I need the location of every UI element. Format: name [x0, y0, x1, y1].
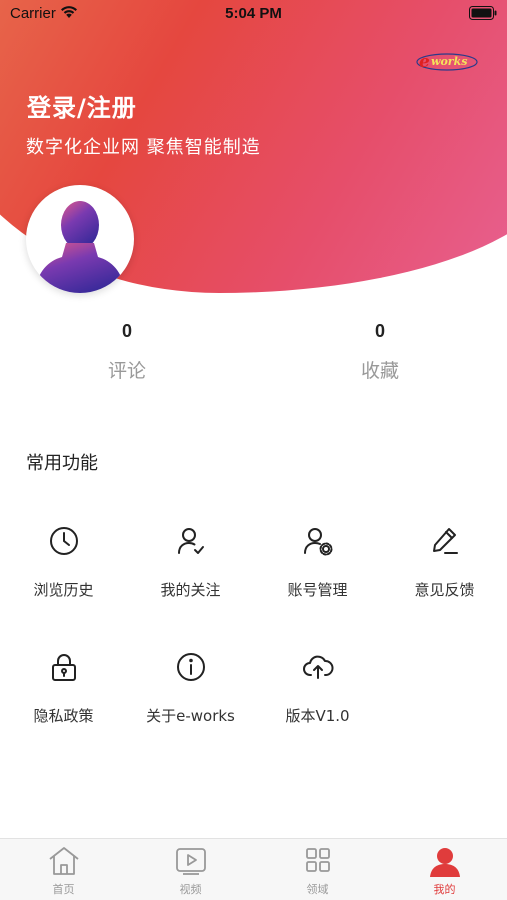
tab-mine[interactable]: 我的: [381, 845, 507, 897]
grid-icon: [305, 848, 330, 872]
feature-label: 账号管理: [287, 581, 348, 599]
battery-icon: [469, 6, 497, 20]
feature-about[interactable]: 关于e-works: [127, 651, 254, 761]
tab-domains[interactable]: 领域: [254, 845, 381, 897]
svg-text:works: works: [431, 55, 467, 68]
feature-label: 我的关注: [160, 581, 221, 599]
feature-account-management[interactable]: 账号管理: [254, 525, 381, 635]
pen-icon: [432, 528, 458, 554]
comments-count: 0: [121, 321, 132, 341]
feature-label: 隐私政策: [33, 707, 94, 725]
bottom-tab-bar: 首页 视频 领域 我的: [0, 838, 507, 900]
clock-icon: [49, 527, 78, 555]
stat-favorites[interactable]: 0 收藏: [320, 318, 440, 383]
tab-label: 视频: [179, 883, 202, 896]
user-settings-icon: [303, 528, 332, 556]
eworks-logo: e works: [416, 52, 478, 72]
favorites-label: 收藏: [360, 360, 399, 382]
slogan-text: 数字化企业网 聚焦智能制造: [26, 137, 261, 158]
status-bar: Carrier 5:04 PM: [0, 0, 507, 30]
profile-icon: [429, 848, 460, 877]
avatar-silhouette-icon: [34, 201, 126, 293]
feature-browse-history[interactable]: 浏览历史: [0, 525, 127, 635]
info-icon: [176, 653, 205, 681]
feature-version[interactable]: 版本V1.0: [254, 651, 381, 761]
tab-video[interactable]: 视频: [127, 845, 254, 897]
feature-privacy-policy[interactable]: 隐私政策: [0, 651, 127, 761]
feature-my-follows[interactable]: 我的关注: [127, 525, 254, 635]
tab-home[interactable]: 首页: [0, 845, 127, 897]
stat-comments[interactable]: 0 评论: [67, 318, 187, 383]
tab-label: 首页: [52, 883, 75, 896]
section-title-common-features: 常用功能: [26, 453, 98, 474]
user-avatar[interactable]: [26, 185, 134, 293]
user-check-icon: [177, 528, 204, 554]
comments-label: 评论: [107, 360, 146, 382]
feature-label: 浏览历史: [33, 581, 94, 599]
feature-label: 意见反馈: [414, 581, 475, 599]
home-icon: [48, 847, 79, 875]
tab-label: 领域: [306, 883, 329, 896]
feature-label: 关于e-works: [146, 707, 235, 725]
cloud-upload-icon: [302, 655, 333, 679]
status-time: 5:04 PM: [225, 5, 282, 22]
video-icon: [175, 848, 206, 875]
favorites-count: 0: [374, 321, 385, 341]
feature-label: 版本V1.0: [285, 707, 350, 725]
feature-feedback[interactable]: 意见反馈: [381, 525, 507, 635]
login-register-link[interactable]: 登录/注册: [27, 88, 137, 123]
user-stats: 0 评论 0 收藏: [0, 318, 507, 388]
svg-text:e: e: [419, 52, 430, 72]
lock-icon: [51, 654, 76, 681]
tab-label: 我的: [433, 883, 456, 896]
